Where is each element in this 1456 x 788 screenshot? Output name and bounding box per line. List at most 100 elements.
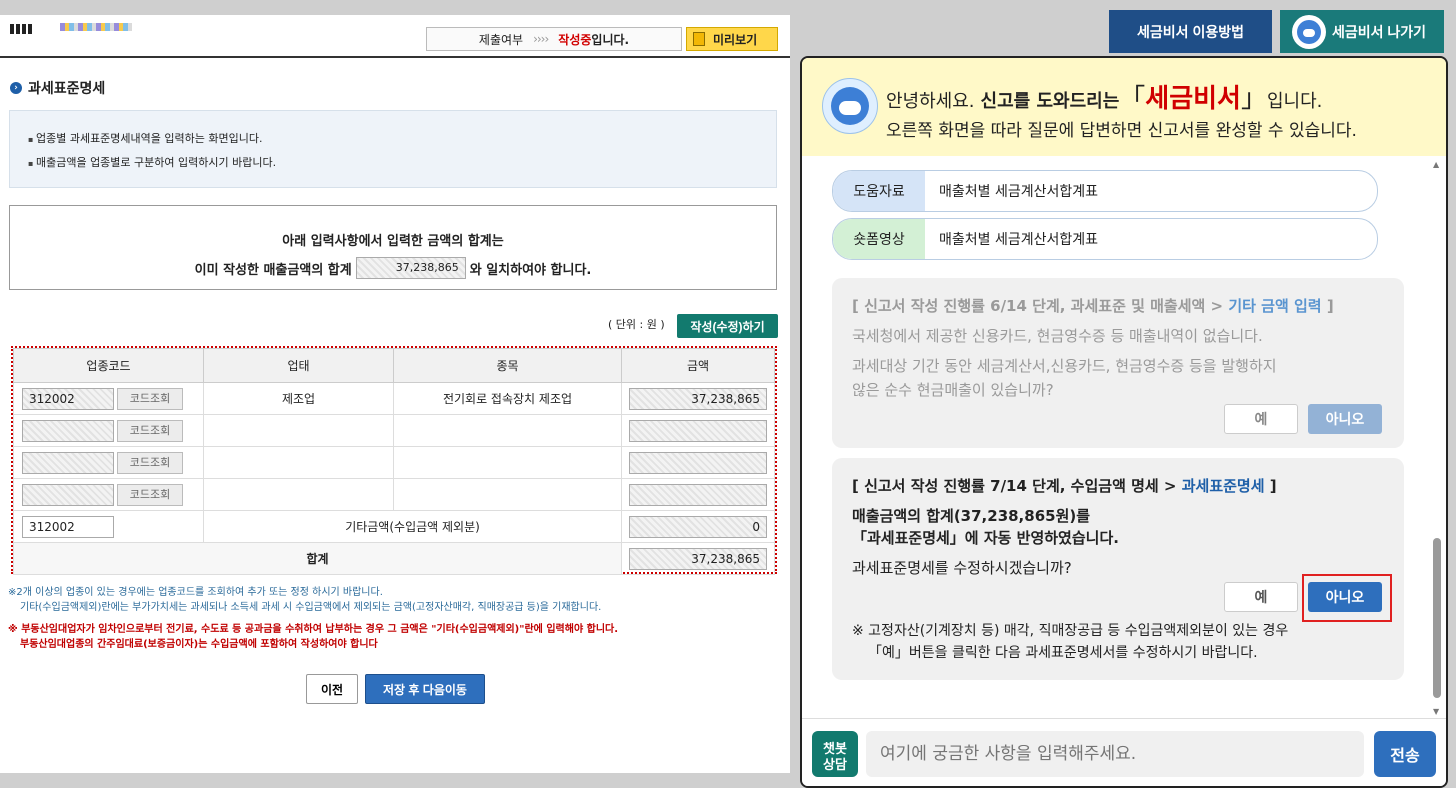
stage-link: 과세표준명세 [1181, 477, 1265, 495]
link-tag: 도움자료 [833, 171, 925, 211]
link-text: 매출처별 세금계산서합계표 [939, 232, 1099, 248]
table-row: 코드조회 [13, 478, 775, 511]
shortform-video-link[interactable]: 숏폼영상 매출처별 세금계산서합계표 [832, 218, 1378, 260]
footnote-line: ※ 부동산임대업자가 임차인으로부터 전기료, 수도료 등 공과금을 수취하여 … [8, 624, 619, 635]
status-label: 제출여부 [478, 32, 524, 47]
send-button[interactable]: 전송 [1374, 731, 1436, 777]
col-header: 종목 [393, 348, 622, 383]
business-item: 전기회로 접속장치 제조업 [393, 382, 622, 415]
col-header: 업종코드 [13, 348, 204, 383]
business-type [203, 414, 394, 447]
stage-title: [ 신고서 작성 진행률 6/14 단계, 과세표준 및 매출세액 > 기타 금… [852, 297, 1334, 315]
chatbot-label: 챗봇 [823, 740, 847, 756]
sum-notice: 아래 입력사항에서 입력한 금액의 합계는 이미 작성한 매출금액의 합계 37… [9, 205, 777, 290]
code-lookup-button[interactable]: 코드조회 [117, 483, 183, 506]
brand-open: 「 [1119, 84, 1146, 114]
exit-label: 세금비서 나가기 [1332, 23, 1427, 40]
greeting-line1: 안녕하세요. 신고를 도와드리는 「 세금비서 」 입니다. [886, 78, 1322, 115]
yes-button[interactable]: 예 [1224, 582, 1298, 612]
other-amount-row: 312002 기타금액(수입금액 제외분) 0 [13, 510, 775, 543]
mascot-icon [1292, 14, 1326, 49]
message-line: 과세대상 기간 동안 세금계산서,신용카드, 현금영수증 등을 발행하지 [852, 357, 1277, 375]
document-icon [693, 32, 705, 46]
col-header: 업태 [203, 348, 394, 383]
greet-pre: 안녕하세요. [886, 91, 975, 112]
greet-bold: 신고를 도와드리는 [980, 91, 1120, 112]
code-lookup-button[interactable]: 코드조회 [117, 451, 183, 474]
help-links: 도움자료 매출처별 세금계산서합계표 숏폼영상 매출처별 세금계산서합계표 [832, 170, 1378, 266]
mascot-icon [822, 78, 878, 134]
other-code-field[interactable]: 312002 [22, 515, 114, 538]
info-box: 업종별 과세표준명세내역을 입력하는 화면입니다. 매출금액을 업종별로 구분하… [9, 110, 777, 188]
table-row: 코드조회 [13, 446, 775, 479]
arrow-circle-icon: › [10, 82, 22, 94]
note-line: 「예」버튼을 클릭한 다음 과세표준명세서를 수정하시기 바랍니다. [868, 645, 1258, 661]
preview-button[interactable]: 미리보기 [686, 27, 778, 51]
exit-assistant-button[interactable]: 세금비서 나가기 [1280, 10, 1444, 53]
scroll-down-icon[interactable]: ▼ [1433, 707, 1439, 716]
message-line: 국세청에서 제공한 신용카드, 현금영수증 등 매출내역이 없습니다. [852, 327, 1263, 345]
write-edit-button[interactable]: 작성(수정)하기 [677, 314, 778, 338]
amount-field[interactable] [629, 451, 767, 474]
message-line: 「과세표준명세」에 자동 반영하였습니다. [852, 529, 1119, 547]
chat-input[interactable] [866, 731, 1364, 777]
brand-name: 세금비서 [1145, 84, 1241, 114]
business-item [393, 478, 622, 511]
info-line: 업종별 과세표준명세내역을 입력하는 화면입니다. [28, 127, 776, 151]
header-divider [0, 56, 790, 58]
business-item [393, 446, 622, 479]
user-name-redacted [60, 23, 132, 31]
table-row: 312002 코드조회 제조업 전기회로 접속장치 제조업 37,238,865 [13, 382, 775, 415]
tax-assistant-chat: 안녕하세요. 신고를 도와드리는 「 세금비서 」 입니다. 오른쪽 화면을 따… [800, 56, 1448, 788]
section-title: › 과세표준명세 [10, 78, 105, 98]
chat-scrollbar[interactable]: ▲ ▼ [1432, 158, 1442, 718]
sales-total-amount: 37,238,865 [355, 257, 466, 279]
brand-close: 」 [1240, 84, 1267, 114]
tax-base-table: 업종코드 업태 종목 금액 312002 코드조회 제조업 전기회로 접속장치 제… [11, 346, 777, 575]
site-logo-icon [10, 24, 32, 34]
stage-title: [ 신고서 작성 진행률 7/14 단계, 수입금액 명세 > 과세표준명세 ] [852, 477, 1277, 495]
industry-code-field[interactable]: 312002 [22, 387, 114, 410]
howto-button[interactable]: 세금비서 이용방법 [1109, 10, 1272, 53]
notice-pre: 이미 작성한 매출금액의 합계 [194, 262, 352, 278]
message-line: 매출금액의 합계(37,238,865원)를 [852, 507, 1091, 525]
business-type: 제조업 [203, 382, 394, 415]
save-next-button[interactable]: 저장 후 다음이동 [365, 674, 485, 704]
amount-field[interactable] [629, 419, 767, 442]
industry-code-field[interactable] [22, 483, 114, 506]
footnote-rental: ※ 부동산임대업자가 임차인으로부터 전기료, 수도료 등 공과금을 수취하여 … [8, 622, 618, 652]
stage-link: 기타 금액 입력 [1228, 297, 1322, 315]
scroll-thumb[interactable] [1433, 538, 1441, 698]
submission-status: 제출여부 ›››› 작성중입니다. [426, 27, 682, 51]
chatbot-label: 상담 [823, 756, 847, 772]
industry-code-field[interactable] [22, 419, 114, 442]
other-amount-label: 기타금액(수입금액 제외분) [203, 510, 622, 543]
footnote-line: 기타(수입금액제외)란에는 부가가치세는 과세되나 소득세 과세 시 수입금액에… [20, 602, 602, 613]
chat-header: 안녕하세요. 신고를 도와드리는 「 세금비서 」 입니다. 오른쪽 화면을 따… [802, 58, 1446, 156]
scroll-up-icon[interactable]: ▲ [1433, 160, 1439, 169]
message-note: ※ 고정자산(기계장치 등) 매각, 직매장공급 등 수입금액제외분이 있는 경… [852, 620, 1392, 664]
total-amount-field: 37,238,865 [629, 547, 767, 570]
yes-button[interactable]: 예 [1224, 404, 1298, 434]
no-button[interactable]: 아니오 [1308, 404, 1382, 434]
total-label: 합계 [13, 542, 622, 575]
section-title-text: 과세표준명세 [28, 81, 106, 97]
info-line: 매출금액을 업종별로 구분하여 입력하시기 바랍니다. [28, 151, 776, 175]
status-value: 작성중 [558, 32, 592, 47]
code-lookup-button[interactable]: 코드조회 [117, 419, 183, 442]
no-button[interactable]: 아니오 [1308, 582, 1382, 612]
code-lookup-button[interactable]: 코드조회 [117, 387, 183, 410]
prev-button[interactable]: 이전 [306, 674, 358, 704]
chat-input-bar: 챗봇상담 전송 [802, 718, 1446, 786]
industry-code-field[interactable] [22, 451, 114, 474]
chatbot-consult-button[interactable]: 챗봇 상담 [812, 731, 858, 777]
amount-field[interactable] [629, 483, 767, 506]
other-amount-field[interactable]: 0 [629, 515, 767, 538]
help-material-link[interactable]: 도움자료 매출처별 세금계산서합계표 [832, 170, 1378, 212]
business-type [203, 478, 394, 511]
amount-field[interactable]: 37,238,865 [629, 387, 767, 410]
total-row: 합계 37,238,865 [13, 542, 775, 575]
table-row: 코드조회 [13, 414, 775, 447]
unit-label: ( 단위 : 원 ) [608, 318, 665, 331]
col-header: 금액 [621, 348, 775, 383]
